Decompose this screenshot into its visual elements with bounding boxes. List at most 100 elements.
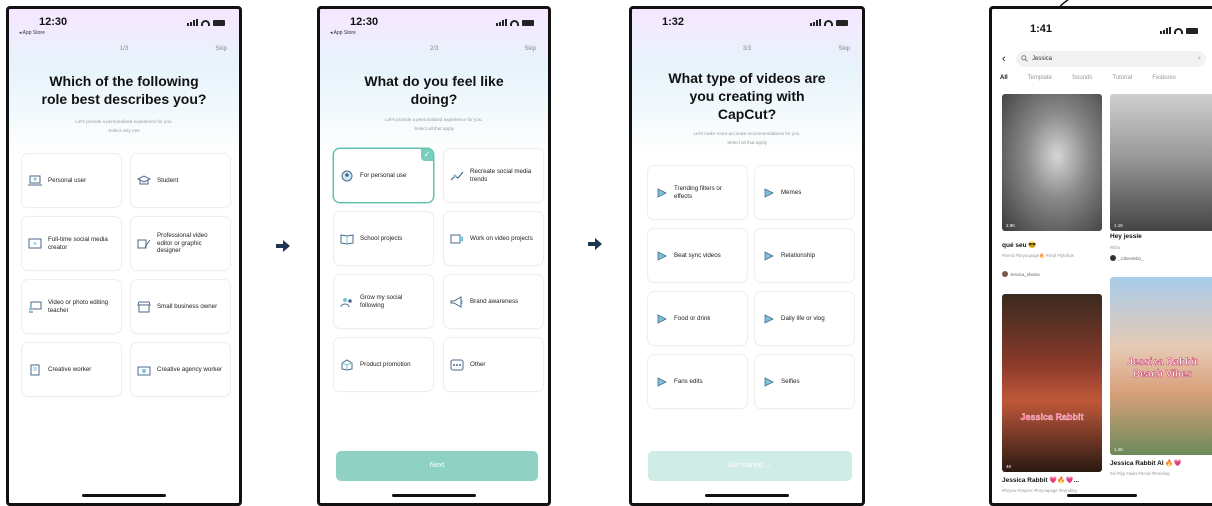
search-results-screen: 1:41 ‹ Jessica × All Template Sounds Tut… (989, 6, 1212, 506)
status-time: 1:41 (1030, 23, 1053, 35)
skip-button[interactable]: Skip (524, 46, 536, 52)
result-thumbnail[interactable]: 1.1K (1110, 94, 1212, 231)
onboarding-screen-role: 12:30 ◂ App Store 1/3 Skip Which of the … (6, 6, 242, 506)
view-count: 4K (1006, 464, 1012, 469)
option-card[interactable]: Creative worker (22, 343, 121, 396)
thumbnail-caption: Jessica Rabbit (1127, 357, 1198, 368)
result-thumbnail[interactable]: Jessica Rabbit 4K (1002, 294, 1102, 472)
option-label: Small business owner (157, 302, 218, 310)
title-line: you creating with (689, 88, 805, 104)
option-label: Student (157, 176, 179, 184)
play-icon (764, 376, 774, 387)
other-icon (450, 359, 464, 370)
option-card[interactable]: Creative agency worker (131, 343, 230, 396)
option-label: Creative agency worker (157, 365, 222, 373)
view-count: 2.8K (1006, 223, 1016, 228)
option-card[interactable]: Product promotion (334, 338, 433, 391)
option-label: Food or drink (674, 314, 711, 322)
get-started-button[interactable]: Get started → (648, 451, 852, 481)
agency-icon (137, 366, 151, 375)
option-card[interactable]: Professional video editor or graphic des… (131, 217, 230, 270)
status-bar: 12:30 ◂ App Store (320, 15, 548, 37)
option-card[interactable]: Student (131, 154, 230, 207)
option-label: Beat sync videos (674, 251, 721, 259)
avatar (1002, 271, 1008, 277)
back-to-app-store-link[interactable]: ◂ App Store (19, 30, 45, 36)
option-card[interactable]: Small business owner (131, 280, 230, 333)
play-icon (657, 250, 667, 261)
option-card[interactable]: Fans edits (648, 355, 747, 408)
title-line: role best describes you? (41, 91, 207, 107)
view-count: 1.1K (1114, 223, 1124, 228)
option-card[interactable]: Recreate social media trends (444, 149, 543, 202)
skip-button[interactable]: Skip (838, 46, 850, 52)
book-icon (340, 233, 354, 245)
battery-icon (1186, 27, 1198, 34)
option-card[interactable]: Grow my social following (334, 275, 433, 328)
back-to-app-store-link[interactable]: ◂ App Store (330, 30, 356, 36)
search-input[interactable]: Jessica × (1016, 51, 1206, 67)
option-card[interactable]: Video or photo editing teacher (22, 280, 121, 333)
selection-hint: Select all that apply (414, 126, 454, 131)
back-chevron-icon[interactable]: ‹ (1002, 53, 1006, 65)
option-label: For personal use (360, 171, 407, 179)
result-title[interactable]: Jessica Rabbit AI 🔥💗 (1110, 459, 1182, 467)
person-icon (341, 170, 353, 181)
result-title[interactable]: Hey jessie (1110, 233, 1142, 240)
page-title: What do you feel like doing? (330, 72, 538, 108)
option-card[interactable]: Beat sync videos (648, 229, 747, 282)
option-card[interactable]: Other (444, 338, 543, 391)
wifi-icon (201, 19, 210, 26)
system-icons (810, 19, 848, 26)
play-icon (764, 250, 774, 261)
title-line: Which of the following (49, 73, 199, 89)
next-button[interactable]: Next (336, 451, 538, 481)
result-title[interactable]: Jessica Rabbit 💗🔥💗... (1002, 476, 1079, 484)
option-card[interactable]: Selfies (755, 355, 854, 408)
option-card[interactable]: Relationship (755, 229, 854, 282)
result-tags: #Ebu (1110, 245, 1121, 250)
check-icon: ✓ (421, 149, 433, 161)
trend-icon (450, 171, 464, 180)
skip-button[interactable]: Skip (215, 46, 227, 52)
result-author[interactable]: Jessica_ebeina (1002, 271, 1040, 277)
video-screen-icon (28, 238, 42, 248)
option-card[interactable]: Trending filters or effects (648, 166, 747, 219)
option-card[interactable]: School projects (334, 212, 433, 265)
option-label: Creative worker (48, 365, 92, 373)
option-card[interactable]: Daily life or vlog (755, 292, 854, 345)
status-bar: 1:41 (992, 15, 1212, 37)
document-icon (30, 364, 40, 375)
play-icon (657, 313, 667, 324)
tab-features[interactable]: Features (1152, 75, 1176, 81)
play-icon (764, 313, 774, 324)
tab-sounds[interactable]: Sounds (1072, 75, 1092, 81)
selection-hint: Select only one (108, 128, 140, 133)
result-tags: #foryou #capcut #foryoupage #trending (1002, 488, 1077, 493)
tab-all[interactable]: All (1000, 75, 1008, 81)
option-card[interactable]: Full-time social media creator (22, 217, 121, 270)
option-card[interactable]: Work on video projects (444, 212, 543, 265)
tab-template[interactable]: Template (1028, 75, 1052, 81)
option-label: Selfies (781, 377, 800, 385)
megaphone-icon (450, 295, 463, 308)
result-title[interactable]: qué seu 😎 (1002, 241, 1036, 249)
result-author[interactable]: _JJbeentDo_ (1110, 255, 1143, 261)
option-label: Personal user (48, 176, 87, 184)
storefront-icon (137, 301, 151, 312)
result-thumbnail[interactable]: 2.8K (1002, 94, 1102, 231)
clear-icon[interactable]: × (1197, 51, 1201, 67)
result-thumbnail[interactable]: Jessica Rabbit Beach Vibes 1.2K (1110, 277, 1212, 455)
option-card[interactable]: Food or drink (648, 292, 747, 345)
option-card[interactable]: Brand awareness (444, 275, 543, 328)
option-label: School projects (360, 234, 403, 242)
option-card-selected[interactable]: For personal use ✓ (334, 149, 433, 202)
step-indicator: 3/3 (742, 46, 752, 52)
option-card[interactable]: Memes (755, 166, 854, 219)
system-icons (187, 19, 225, 26)
tab-tutorial[interactable]: Tutorial (1112, 75, 1132, 81)
option-label: Work on video projects (470, 234, 533, 242)
followers-icon (340, 297, 352, 307)
home-indicator (392, 494, 476, 497)
option-card[interactable]: Personal user (22, 154, 121, 207)
